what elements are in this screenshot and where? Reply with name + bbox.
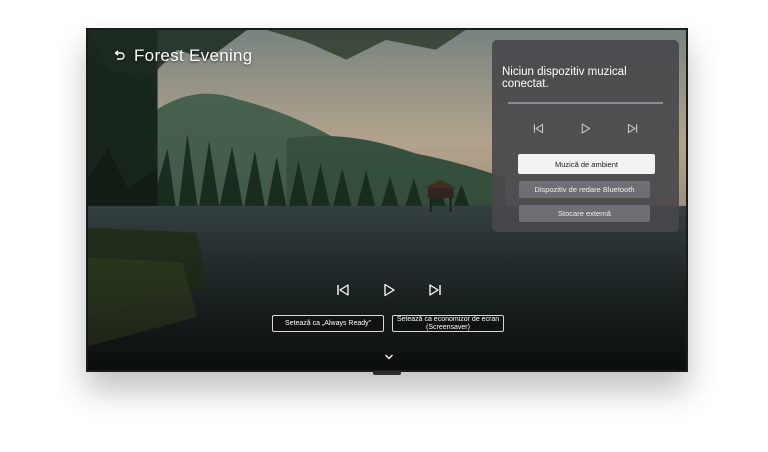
back-arrow-icon[interactable]	[112, 49, 126, 63]
music-panel-title: Niciun dispozitiv muzical conectat.	[502, 66, 627, 90]
external-storage-option[interactable]: Stocare externă	[519, 205, 650, 222]
tv-frame: Forest Evening Setează ca „Always Ready”…	[86, 28, 688, 372]
title-bar: Forest Evening	[112, 46, 253, 66]
previous-track-icon[interactable]	[335, 282, 351, 298]
ambient-music-option[interactable]: Muzică de ambient	[518, 154, 655, 174]
page-title: Forest Evening	[134, 46, 253, 65]
panel-play-icon[interactable]	[579, 122, 592, 135]
play-icon[interactable]	[381, 282, 397, 298]
set-always-ready-button[interactable]: Setează ca „Always Ready”	[272, 315, 384, 332]
panel-next-track-icon[interactable]	[626, 122, 639, 135]
screen-options: Setează ca „Always Ready” Setează ca eco…	[272, 315, 504, 332]
tv-stand	[373, 371, 401, 375]
panel-transport-controls	[492, 122, 679, 135]
main-transport-controls	[88, 282, 686, 298]
music-panel: Niciun dispozitiv muzical conectat. Muzi…	[492, 40, 679, 232]
set-screensaver-button[interactable]: Setează ca economizor de ecran (Screensa…	[392, 315, 504, 332]
panel-previous-track-icon[interactable]	[532, 122, 545, 135]
bluetooth-player-option[interactable]: Dispozitiv de redare Bluetooth	[519, 181, 650, 198]
music-progress-bar	[508, 102, 663, 104]
chevron-down-icon[interactable]	[384, 348, 394, 360]
next-track-icon[interactable]	[427, 282, 443, 298]
